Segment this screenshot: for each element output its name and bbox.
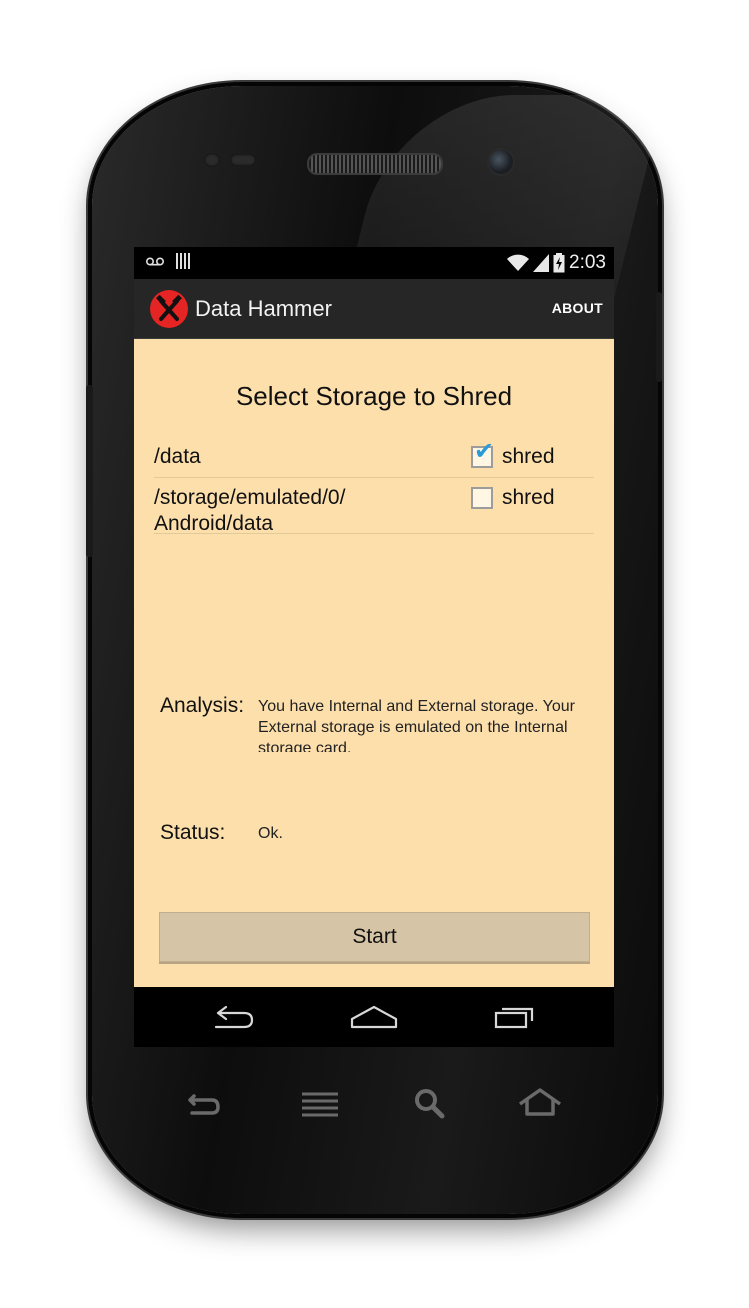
main-content: Select Storage to Shred /data ✔ shred /s… <box>134 339 614 987</box>
hw-home-button[interactable] <box>516 1080 564 1128</box>
back-icon <box>188 1094 220 1115</box>
page-title: Select Storage to Shred <box>235 381 513 411</box>
hw-back-button[interactable] <box>180 1080 228 1128</box>
navigation-bar <box>134 987 614 1047</box>
front-camera <box>487 148 515 176</box>
signal-bars-icon <box>176 253 191 269</box>
voicemail-icon <box>146 257 164 266</box>
storage-row-data: /data ✔ shred <box>154 440 594 478</box>
start-button[interactable]: Start <box>159 912 590 962</box>
wifi-icon <box>507 254 530 271</box>
menu-icon <box>302 1092 338 1117</box>
search-icon <box>415 1089 445 1119</box>
status-text: Ok. <box>258 825 283 842</box>
volume-button <box>86 385 93 557</box>
analysis-label: Analysis: <box>160 694 245 717</box>
shred-checkbox-label[interactable]: shred <box>502 444 555 470</box>
action-bar: Data Hammer ABOUT <box>134 279 614 339</box>
status-right-icons: 2:03 <box>507 251 606 275</box>
hw-search-button[interactable] <box>406 1080 454 1128</box>
app-title: Data Hammer <box>195 296 332 321</box>
hw-menu-button[interactable] <box>296 1080 344 1128</box>
home-button[interactable] <box>344 999 404 1035</box>
hammer-cross-glyph <box>156 294 182 321</box>
battery-charging-icon <box>553 253 565 273</box>
proximity-sensor <box>204 153 220 167</box>
power-button <box>656 292 662 382</box>
recents-icon <box>494 1007 534 1029</box>
shred-checkbox[interactable]: ✔ <box>471 440 494 468</box>
cell-signal-icon <box>533 254 550 272</box>
status-label: Status: <box>160 821 226 844</box>
hardware-keys <box>180 1080 580 1130</box>
shred-checkbox[interactable] <box>471 487 493 509</box>
hammer-cross-icon[interactable] <box>150 290 188 328</box>
light-sensor <box>230 154 256 166</box>
back-button[interactable] <box>204 999 264 1035</box>
home-icon <box>518 1088 562 1116</box>
screen: 2:03 Data Hammer ABOUT Select Storage to… <box>134 247 614 1047</box>
home-icon <box>350 1005 398 1029</box>
recents-button[interactable] <box>484 999 544 1035</box>
storage-path: /data <box>154 445 201 468</box>
about-button[interactable]: ABOUT <box>552 300 603 316</box>
back-icon <box>214 1005 254 1029</box>
status-left-icons <box>146 253 191 272</box>
analysis-text: You have Internal and External storage. … <box>258 698 575 752</box>
status-bar: 2:03 <box>134 247 614 279</box>
checkmark-icon: ✔ <box>474 438 495 465</box>
status-time: 2:03 <box>569 252 606 273</box>
shred-checkbox-label[interactable]: shred <box>502 485 555 511</box>
storage-path-line2: Android/data <box>154 512 274 535</box>
earpiece-speaker <box>307 153 443 175</box>
storage-path-line1: /storage/emulated/0/ <box>154 486 346 509</box>
storage-row-emulated: /storage/emulated/0/ Android/data shred <box>154 477 594 535</box>
